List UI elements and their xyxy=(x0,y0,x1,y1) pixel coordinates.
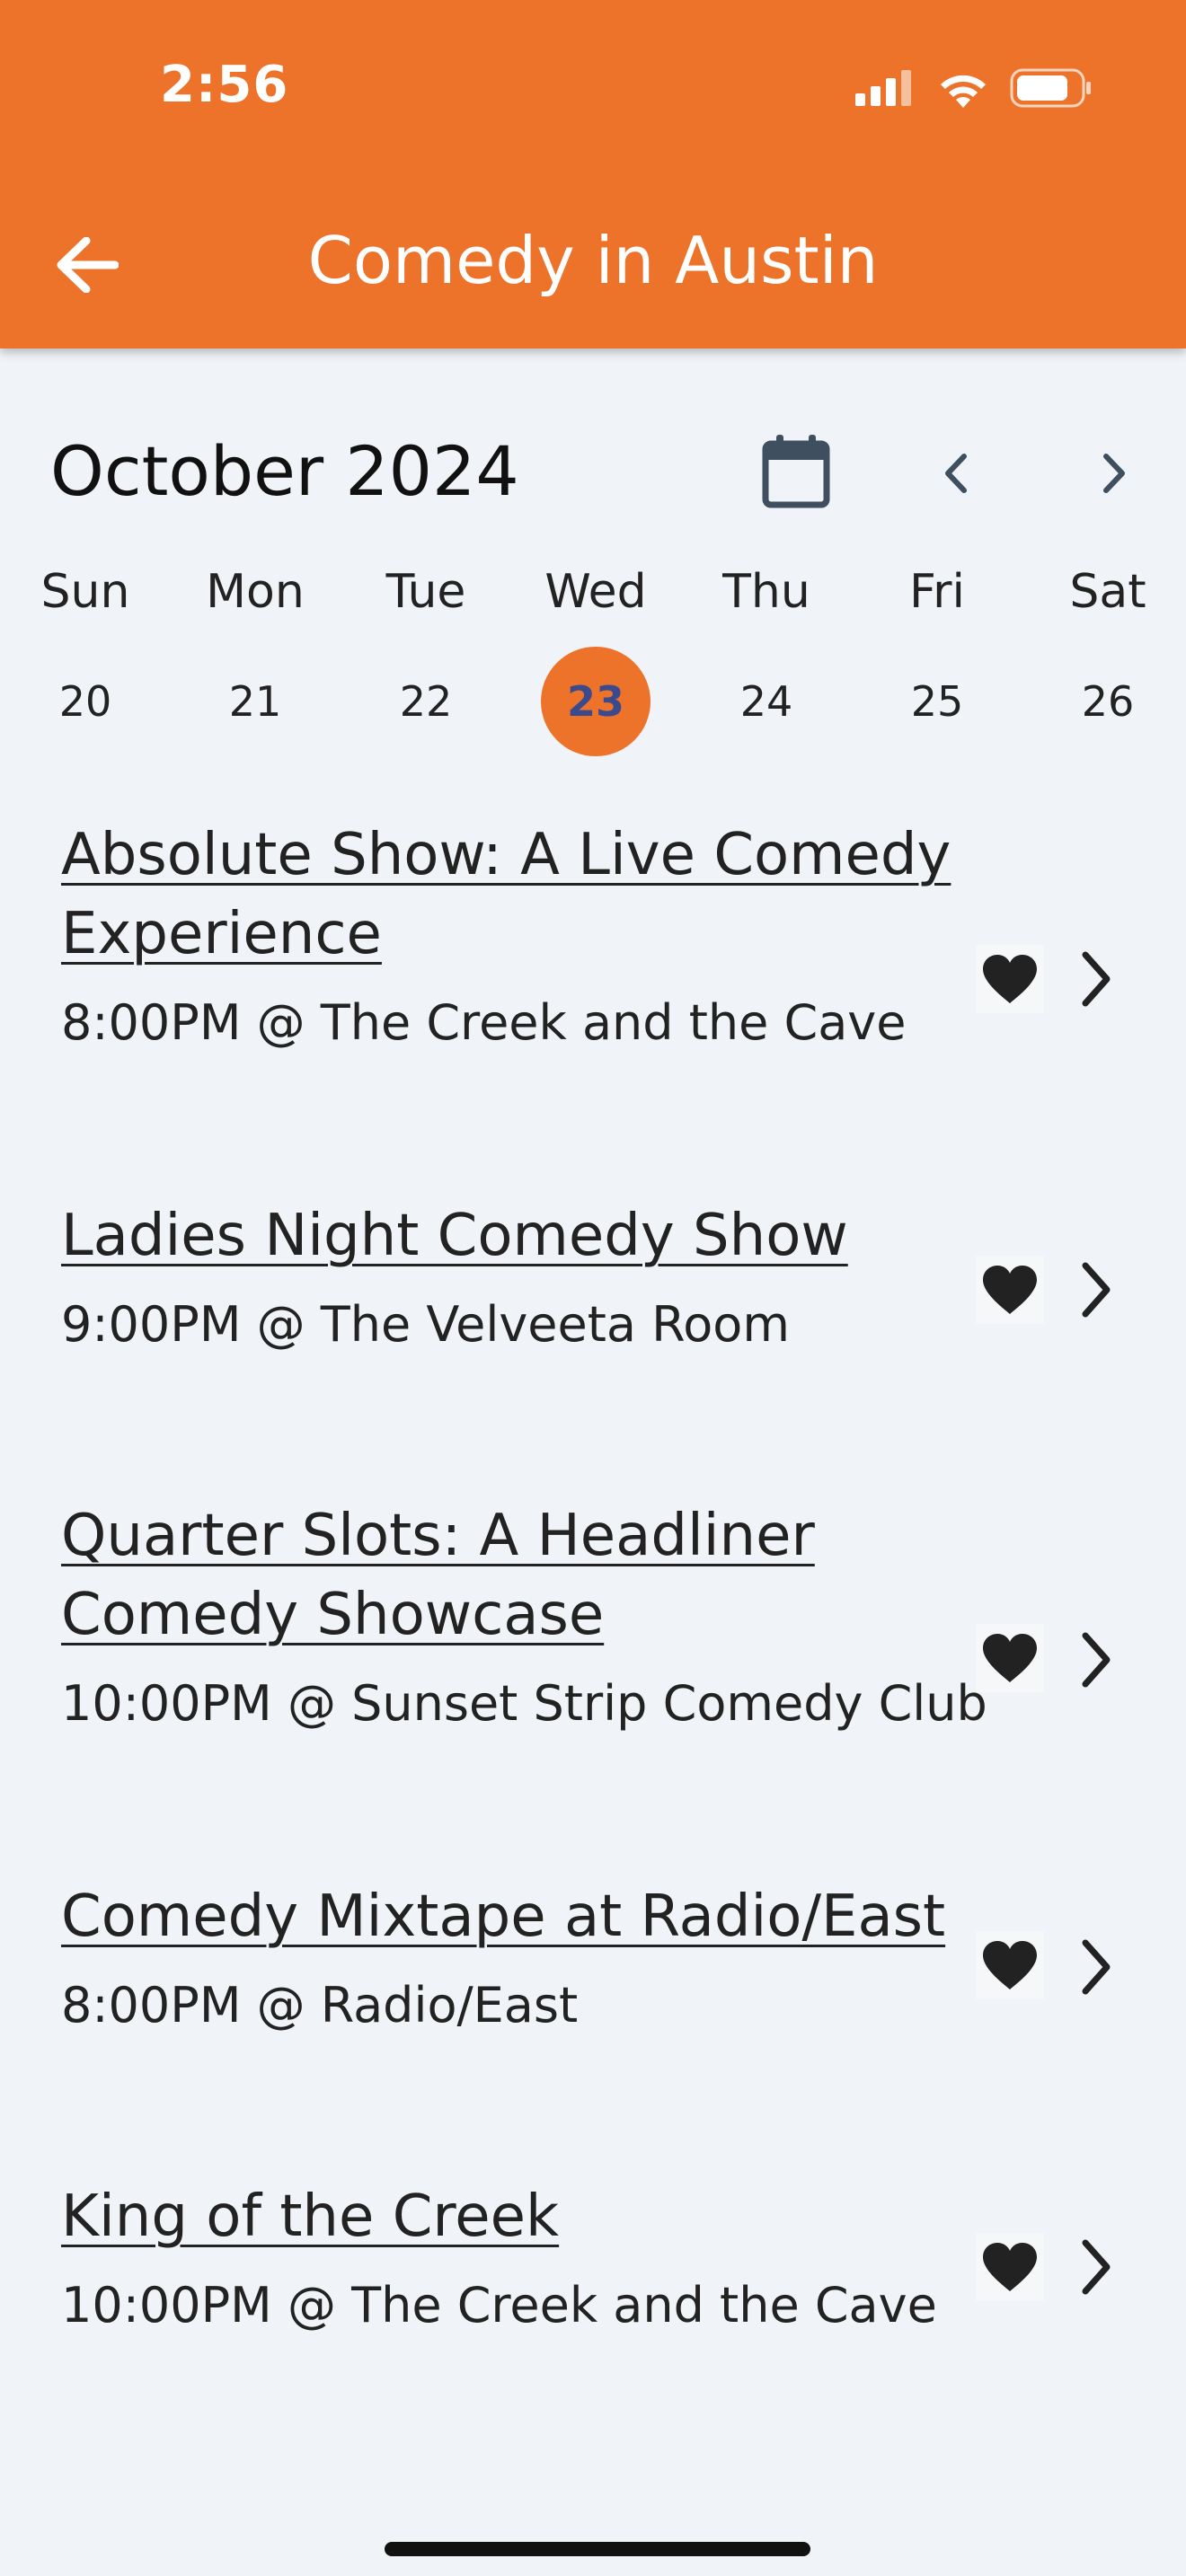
heart-icon xyxy=(983,955,1037,1003)
event-detail-button[interactable] xyxy=(1069,1624,1123,1696)
event-detail-button[interactable] xyxy=(1069,1254,1123,1326)
event-time-venue: 10:00PM @ The Creek and the Cave xyxy=(61,2277,937,2333)
chevron-right-icon xyxy=(1082,2239,1111,2295)
day-wed[interactable]: Wed 23 xyxy=(510,560,681,756)
battery-icon xyxy=(1010,68,1091,108)
day-sat[interactable]: Sat 26 xyxy=(1022,560,1186,756)
calendar-button[interactable] xyxy=(760,433,832,510)
wifi-icon xyxy=(941,75,986,108)
event-detail-button[interactable] xyxy=(1069,2231,1123,2303)
day-name: Tue xyxy=(385,565,466,619)
day-number[interactable]: 22 xyxy=(371,647,481,756)
calendar-icon xyxy=(762,435,830,508)
heart-icon xyxy=(983,2243,1037,2291)
event-detail-button[interactable] xyxy=(1069,1931,1123,2003)
heart-icon xyxy=(983,1634,1037,1682)
chevron-right-icon xyxy=(1082,1632,1111,1688)
day-name: Sun xyxy=(40,565,130,619)
event-time-venue: 8:00PM @ Radio/East xyxy=(61,1977,579,2033)
day-thu[interactable]: Thu 24 xyxy=(681,560,852,756)
event-title[interactable]: Comedy Mixtape at Radio/East xyxy=(61,1877,987,1956)
chevron-right-icon xyxy=(1082,1939,1111,1995)
event-time-venue: 9:00PM @ The Velveeta Room xyxy=(61,1296,790,1353)
day-number[interactable]: 26 xyxy=(1053,647,1163,756)
event-detail-button[interactable] xyxy=(1069,943,1123,1015)
day-name: Sat xyxy=(1069,565,1146,619)
event-title-cont[interactable]: Comedy Showcase xyxy=(61,1575,987,1654)
status-time: 2:56 xyxy=(160,56,289,114)
chevron-right-icon xyxy=(1103,454,1125,493)
next-week-button[interactable] xyxy=(1087,442,1141,505)
day-tue[interactable]: Tue 22 xyxy=(341,560,511,756)
favorite-button[interactable] xyxy=(976,1624,1044,1692)
favorite-button[interactable] xyxy=(976,1256,1044,1324)
selected-day-number[interactable]: 23 xyxy=(541,647,651,756)
cellular-signal-icon xyxy=(855,70,911,106)
day-number[interactable]: 20 xyxy=(31,647,140,756)
day-number[interactable]: 24 xyxy=(712,647,821,756)
app-header: 2:56 Comedy in Austin xyxy=(0,0,1186,348)
day-name: Wed xyxy=(544,565,647,619)
chevron-right-icon xyxy=(1082,951,1111,1007)
chevron-left-icon xyxy=(945,454,967,493)
day-fri[interactable]: Fri 25 xyxy=(852,560,1022,756)
home-indicator[interactable] xyxy=(385,2542,810,2556)
page-title: Comedy in Austin xyxy=(307,223,879,298)
heart-icon xyxy=(983,1941,1037,1989)
month-label: October 2024 xyxy=(50,431,519,511)
day-name: Mon xyxy=(206,565,305,619)
event-title[interactable]: Absolute Show: A Live Comedy xyxy=(61,816,987,895)
prev-week-button[interactable] xyxy=(929,442,983,505)
event-title[interactable]: King of the Creek xyxy=(61,2177,987,2256)
favorite-button[interactable] xyxy=(976,2233,1044,2301)
day-number[interactable]: 25 xyxy=(882,647,992,756)
day-number[interactable]: 21 xyxy=(200,647,310,756)
favorite-button[interactable] xyxy=(976,945,1044,1013)
day-sun[interactable]: Sun 20 xyxy=(0,560,171,756)
day-name: Thu xyxy=(722,565,810,619)
event-title[interactable]: Ladies Night Comedy Show xyxy=(61,1196,987,1275)
event-title[interactable]: Quarter Slots: A Headliner xyxy=(61,1496,987,1575)
favorite-button[interactable] xyxy=(976,1931,1044,1999)
day-name: Fri xyxy=(909,565,965,619)
status-icons xyxy=(855,68,1093,108)
event-title-cont[interactable]: Experience xyxy=(61,895,987,974)
event-time-venue: 10:00PM @ Sunset Strip Comedy Club xyxy=(61,1675,987,1732)
day-mon[interactable]: Mon 21 xyxy=(170,560,341,756)
heart-icon xyxy=(983,1266,1037,1314)
event-time-venue: 8:00PM @ The Creek and the Cave xyxy=(61,994,907,1051)
chevron-right-icon xyxy=(1082,1262,1111,1318)
